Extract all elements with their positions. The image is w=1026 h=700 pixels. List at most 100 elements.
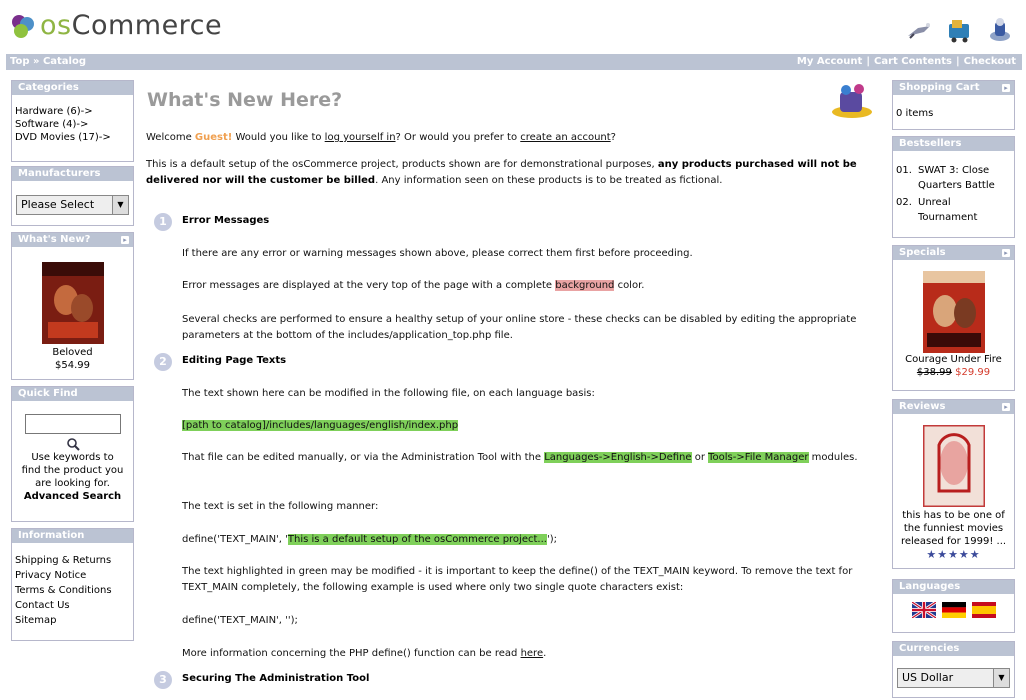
info-link-sitemap[interactable]: Sitemap — [15, 613, 130, 628]
german-flag-icon[interactable] — [941, 602, 966, 618]
error-messages-p1: If there are any error or warning messag… — [182, 248, 693, 259]
language-flags — [893, 594, 1014, 628]
shopping-cart-title: Shopping Cart — [899, 82, 980, 93]
special-product-name[interactable]: Courage Under Fire — [896, 353, 1011, 366]
path-highlight: [path to catalog]/includes/languages/eng… — [182, 420, 459, 431]
error-messages-p3: Several checks are performed to ensure a… — [182, 314, 857, 341]
chevron-down-icon[interactable]: ▼ — [112, 196, 128, 214]
more-arrow-icon[interactable]: ▸ — [121, 236, 129, 244]
guest-label: Guest! — [194, 132, 233, 143]
breadcrumb[interactable]: Top » Catalog — [10, 54, 86, 70]
search-icon[interactable] — [66, 437, 80, 451]
section-number: 1 — [154, 213, 172, 231]
logo-commerce: Commerce — [71, 10, 223, 41]
header-icons — [904, 16, 1014, 44]
cart-items-count: 0 items — [896, 108, 934, 119]
oscommerce-logo[interactable]: osCommerce — [8, 10, 222, 41]
english-flag-icon[interactable] — [911, 602, 936, 618]
editing-p1: The text shown here can be modified in t… — [182, 388, 595, 399]
code-example-2: define('TEXT_MAIN', ''); — [182, 615, 298, 626]
code-highlight: This is a default setup of the osCommerc… — [287, 534, 547, 545]
quick-find-box: Quick Find Use keywords to find the prod… — [11, 386, 134, 522]
bestsellers-title: Bestsellers — [893, 137, 1014, 151]
info-link-shipping[interactable]: Shipping & Returns — [15, 553, 130, 568]
info-link-privacy[interactable]: Privacy Notice — [15, 568, 130, 583]
info-link-contact[interactable]: Contact Us — [15, 598, 130, 613]
quick-find-input[interactable] — [24, 414, 121, 434]
quick-find-help: Use keywords to find the product you are… — [21, 452, 124, 489]
checkout-icon[interactable] — [984, 16, 1014, 44]
manufacturers-box: Manufacturers Please Select ▼ — [11, 166, 134, 226]
my-account-link[interactable]: My Account — [797, 56, 862, 67]
highlight-file-manager: Tools->File Manager — [708, 452, 809, 463]
more-arrow-icon[interactable]: ▸ — [1002, 403, 1010, 411]
header-links: My Account | Cart Contents | Checkout — [797, 54, 1016, 70]
old-price: $38.99 — [916, 367, 952, 378]
manufacturers-select[interactable]: Please Select ▼ — [16, 195, 129, 215]
highlight-define: Languages->English->Define — [544, 452, 692, 463]
manufacturers-title: Manufacturers — [12, 167, 133, 181]
whats-new-title: What's New? — [18, 234, 91, 245]
currencies-title: Currencies — [893, 642, 1014, 656]
page-title: What's New Here? — [147, 89, 343, 111]
special-prices: $38.99 $29.99 — [896, 366, 1011, 379]
more-arrow-icon[interactable]: ▸ — [1002, 84, 1010, 92]
cart-icon[interactable] — [944, 16, 974, 44]
product-name[interactable]: Beloved — [15, 346, 130, 359]
manufacturers-select-value: Please Select — [21, 198, 95, 211]
more-arrow-icon[interactable]: ▸ — [1002, 249, 1010, 257]
section-heading-securing-admin: Securing The Administration Tool — [182, 673, 370, 684]
information-box: Information Shipping & Returns Privacy N… — [11, 528, 134, 641]
nav-separator: | — [866, 56, 870, 67]
checkout-link[interactable]: Checkout — [964, 56, 1016, 67]
review-product-image[interactable] — [922, 425, 985, 507]
product-price: $54.99 — [55, 360, 90, 371]
bestsellers-box: Bestsellers 01. SWAT 3: Close Quarters B… — [892, 136, 1015, 238]
section-number: 3 — [154, 671, 172, 689]
rating-stars: ★★★★★ — [926, 548, 981, 561]
category-link[interactable]: Hardware (6)-> — [15, 105, 130, 118]
editing-p5: More information concerning the PHP defi… — [182, 648, 547, 659]
quick-find-title: Quick Find — [12, 387, 133, 401]
my-account-icon[interactable] — [904, 16, 934, 44]
shopping-cart-box: Shopping Cart ▸ 0 items — [892, 80, 1015, 130]
logo-os: os — [40, 10, 72, 41]
error-messages-p2: Error messages are displayed at the very… — [182, 280, 645, 291]
specials-box: Specials ▸ Courage Under Fire $38.99 $29… — [892, 245, 1015, 391]
languages-title: Languages — [893, 580, 1014, 594]
editing-path: [path to catalog]/includes/languages/eng… — [182, 418, 872, 434]
nav-separator: | — [956, 56, 960, 67]
category-link[interactable]: Software (4)-> — [15, 118, 130, 131]
currencies-box: Currencies US Dollar ▼ — [892, 641, 1015, 698]
logo-icon — [8, 11, 38, 41]
product-image-courage-under-fire[interactable] — [922, 271, 985, 353]
php-define-link[interactable]: here — [521, 648, 544, 659]
advanced-search-link[interactable]: Advanced Search — [15, 490, 130, 503]
whats-new-illustration — [832, 84, 872, 118]
cart-contents-link[interactable]: Cart Contents — [874, 56, 952, 67]
highlight-background: background — [555, 280, 615, 291]
currency-select[interactable]: US Dollar ▼ — [897, 668, 1010, 688]
review-text[interactable]: this has to be one of the funniest movie… — [896, 509, 1011, 548]
spanish-flag-icon[interactable] — [971, 602, 996, 618]
editing-p4: The text highlighted in green may be mod… — [182, 566, 853, 593]
category-link[interactable]: DVD Movies (17)-> — [15, 131, 130, 144]
reviews-title: Reviews — [899, 401, 946, 412]
create-account-link[interactable]: create an account — [520, 132, 610, 143]
whats-new-box: What's New? ▸ Beloved $54.99 — [11, 232, 134, 380]
information-title: Information — [12, 529, 133, 543]
info-link-terms[interactable]: Terms & Conditions — [15, 583, 130, 598]
categories-list: Hardware (6)-> Software (4)-> DVD Movies… — [12, 95, 133, 147]
bestseller-item[interactable]: 01. SWAT 3: Close Quarters Battle — [896, 163, 1011, 193]
editing-p3: The text is set in the following manner: — [182, 501, 379, 512]
editing-p2: That file can be edited manually, or via… — [182, 452, 858, 463]
welcome-text: Welcome Guest! Would you like to log you… — [146, 132, 616, 143]
bestseller-item[interactable]: 02. Unreal Tournament — [896, 195, 1011, 225]
reviews-box: Reviews ▸ this has to be one of the funn… — [892, 399, 1015, 569]
product-image-beloved[interactable] — [41, 262, 104, 344]
languages-box: Languages — [892, 579, 1015, 633]
login-link[interactable]: log yourself in — [325, 132, 396, 143]
specials-title: Specials — [899, 247, 946, 258]
chevron-down-icon[interactable]: ▼ — [993, 669, 1009, 687]
intro-text: This is a default setup of the osCommerc… — [146, 159, 857, 186]
